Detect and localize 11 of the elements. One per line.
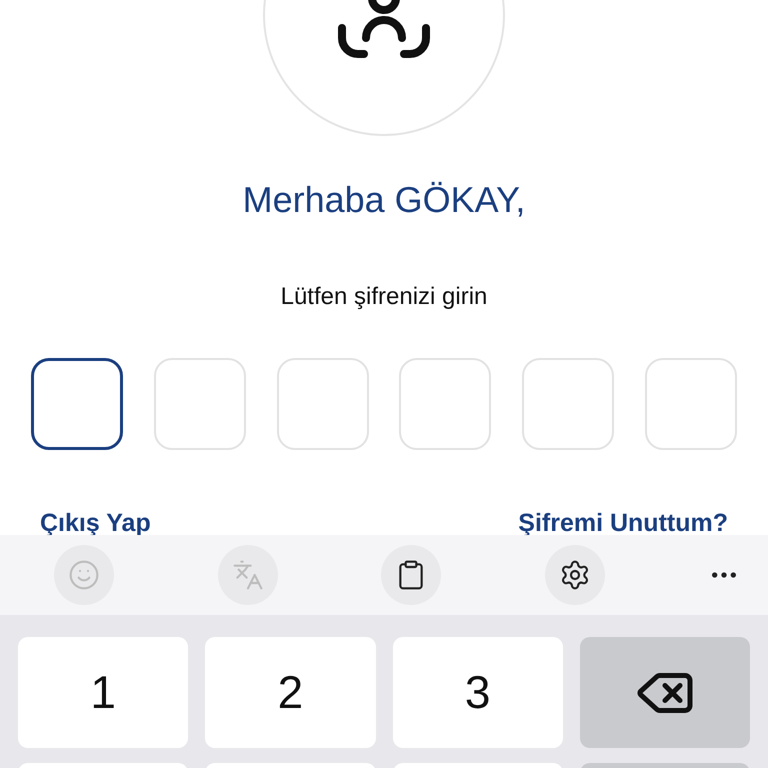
emoji-icon xyxy=(68,559,100,591)
translate-icon xyxy=(232,559,264,591)
forgot-password-link[interactable]: Şifremi Unuttum? xyxy=(518,508,728,538)
logout-link[interactable]: Çıkış Yap xyxy=(40,508,151,538)
password-prompt: Lütfen şifrenizi girin xyxy=(280,282,488,312)
digit-key[interactable]: 3 xyxy=(392,637,563,748)
digit-key[interactable]: 2 xyxy=(205,637,376,748)
backspace-key[interactable] xyxy=(580,637,750,748)
greeting-title: Merhaba GÖKAY, xyxy=(242,178,526,222)
pin-field[interactable] xyxy=(31,358,123,450)
digit-key[interactable]: 1 xyxy=(18,637,188,748)
